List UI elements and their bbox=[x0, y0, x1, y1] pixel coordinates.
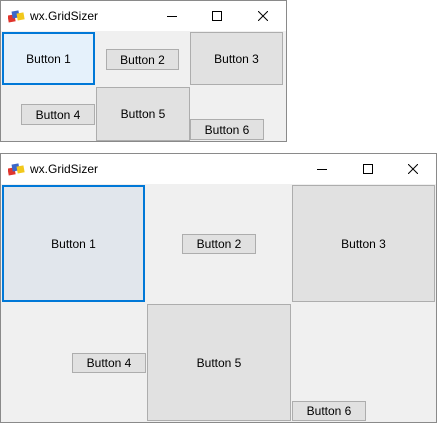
window-small: wx.GridSizer Button 1 Button 2 Button 3 … bbox=[0, 0, 287, 142]
button-6[interactable]: Button 6 bbox=[190, 119, 264, 140]
minimize-icon bbox=[317, 169, 327, 170]
app-icon bbox=[8, 10, 25, 23]
button-3[interactable]: Button 3 bbox=[292, 185, 435, 302]
button-5[interactable]: Button 5 bbox=[96, 87, 190, 141]
maximize-button[interactable] bbox=[194, 1, 240, 31]
button-6[interactable]: Button 6 bbox=[292, 401, 366, 421]
title-bar[interactable]: wx.GridSizer bbox=[1, 1, 286, 31]
window-title: wx.GridSizer bbox=[30, 162, 99, 176]
minimize-button[interactable] bbox=[149, 1, 195, 31]
client-area: Button 1 Button 2 Button 3 Button 4 Butt… bbox=[1, 31, 286, 141]
minimize-icon bbox=[167, 16, 177, 17]
button-3[interactable]: Button 3 bbox=[190, 32, 283, 85]
maximize-button[interactable] bbox=[345, 154, 391, 184]
close-icon bbox=[408, 164, 418, 174]
close-button[interactable] bbox=[240, 1, 286, 31]
button-1[interactable]: Button 1 bbox=[2, 32, 95, 85]
close-icon bbox=[258, 11, 268, 21]
minimize-button[interactable] bbox=[299, 154, 345, 184]
client-area: Button 1 Button 2 Button 3 Button 4 Butt… bbox=[1, 184, 436, 422]
window-large: wx.GridSizer Button 1 Button 2 Button 3 … bbox=[0, 153, 437, 423]
button-5[interactable]: Button 5 bbox=[147, 304, 291, 421]
maximize-icon bbox=[212, 11, 222, 21]
title-bar[interactable]: wx.GridSizer bbox=[1, 154, 436, 184]
button-4[interactable]: Button 4 bbox=[21, 104, 95, 125]
button-2[interactable]: Button 2 bbox=[106, 49, 179, 70]
close-button[interactable] bbox=[390, 154, 436, 184]
button-2[interactable]: Button 2 bbox=[182, 234, 256, 254]
window-title: wx.GridSizer bbox=[30, 9, 99, 23]
button-1[interactable]: Button 1 bbox=[2, 185, 145, 302]
button-4[interactable]: Button 4 bbox=[72, 353, 146, 373]
maximize-icon bbox=[363, 164, 373, 174]
app-icon bbox=[8, 163, 25, 176]
